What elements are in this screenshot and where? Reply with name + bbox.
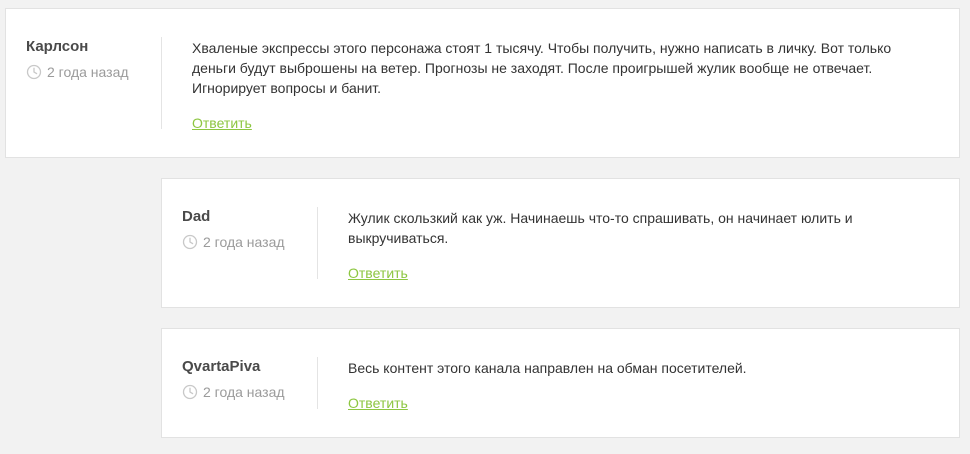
comment-author: QvartaPiva xyxy=(182,358,261,375)
clock-icon xyxy=(26,64,42,80)
comment-date: 2 года назад xyxy=(182,384,317,400)
comment-meta: Карлсон 2 года назад xyxy=(26,38,161,80)
comment-card: Dad 2 года назад Жулик скользкий как уж.… xyxy=(161,178,960,308)
reply-link[interactable]: Ответить xyxy=(192,114,252,132)
comment-meta: QvartaPiva 2 года назад xyxy=(182,358,317,400)
reply-link[interactable]: Ответить xyxy=(348,264,408,282)
comment-author: Dad xyxy=(182,208,211,225)
comment-body: Жулик скользкий как уж. Начинаешь что-то… xyxy=(348,208,899,283)
comment-date: 2 года назад xyxy=(26,64,161,80)
comment-author: Карлсон xyxy=(26,38,89,55)
comment-date: 2 года назад xyxy=(182,234,317,250)
comment-divider xyxy=(161,37,162,129)
comment-text: Весь контент этого канала направлен на о… xyxy=(348,360,747,376)
comment-meta: Dad 2 года назад xyxy=(182,208,317,250)
comment-date-text: 2 года назад xyxy=(47,64,129,80)
clock-icon xyxy=(182,384,198,400)
comment-text: Жулик скользкий как уж. Начинаешь что-то… xyxy=(348,210,853,246)
comment-date-text: 2 года назад xyxy=(203,234,285,250)
comment-body: Весь контент этого канала направлен на о… xyxy=(348,358,899,413)
comment-body: Хваленые экспрессы этого персонажа стоят… xyxy=(192,38,899,133)
comment-text: Хваленые экспрессы этого персонажа стоят… xyxy=(192,40,892,96)
clock-icon xyxy=(182,234,198,250)
reply-link[interactable]: Ответить xyxy=(348,394,408,412)
comment-card: QvartaPiva 2 года назад Весь контент это… xyxy=(161,328,960,438)
comment-divider xyxy=(317,207,318,279)
comment-date-text: 2 года назад xyxy=(203,384,285,400)
comment-card: Карлсон 2 года назад Хваленые экспрессы … xyxy=(5,8,960,158)
comment-divider xyxy=(317,357,318,409)
